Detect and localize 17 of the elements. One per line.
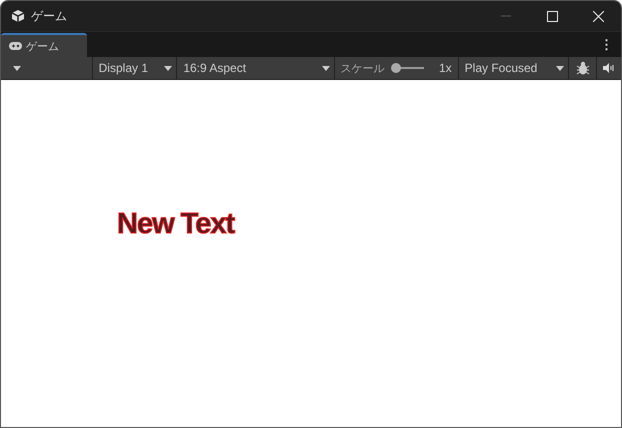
cube-icon <box>11 9 25 23</box>
bug-icon <box>576 61 590 75</box>
window-title: ゲーム <box>31 8 68 24</box>
scale-label: スケール <box>340 62 385 76</box>
game-text: New Text <box>117 208 234 240</box>
scale-reading: 1x <box>438 61 452 75</box>
game-tab[interactable]: ゲーム <box>1 33 87 57</box>
slider-thumb[interactable] <box>390 63 401 73</box>
caret-icon <box>556 66 564 70</box>
caret-icon <box>164 66 172 70</box>
caret-icon <box>13 66 21 70</box>
speaker-icon <box>603 63 616 73</box>
caret-icon <box>322 66 330 70</box>
gamepad-icon <box>9 42 22 50</box>
maximize-icon <box>546 10 558 22</box>
more-menu-button[interactable]: ⋮ <box>592 37 621 52</box>
close-icon <box>592 10 604 22</box>
